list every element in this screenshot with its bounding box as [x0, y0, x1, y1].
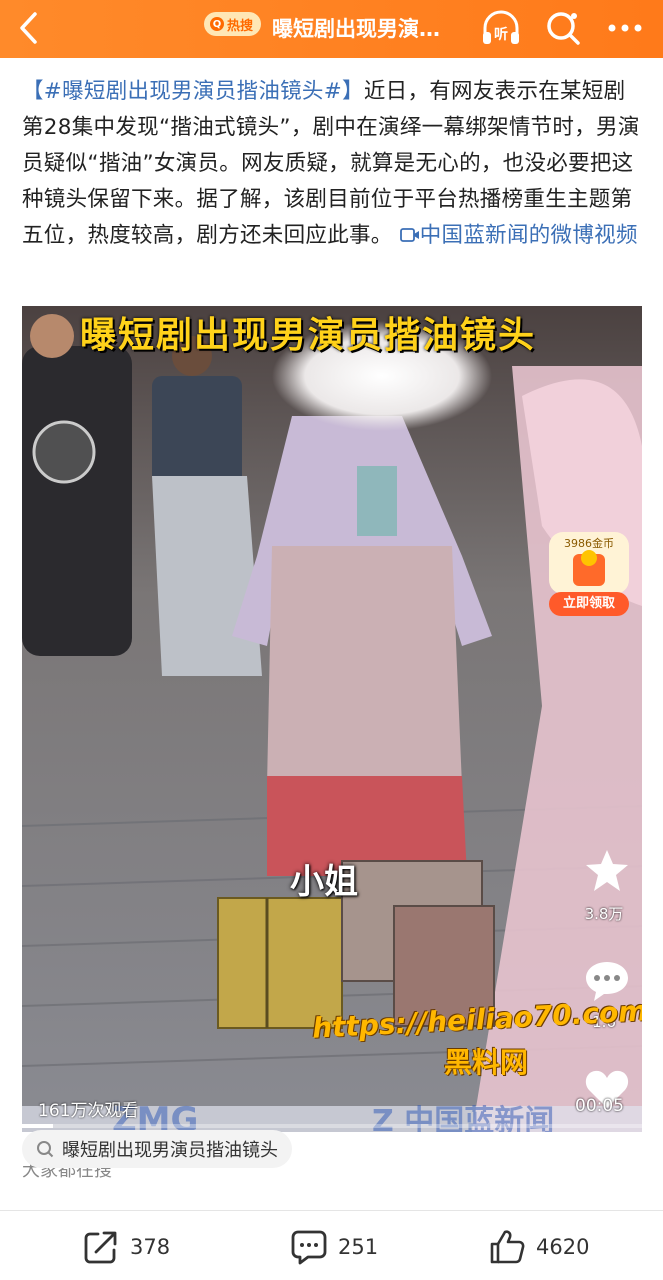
post-hashtag[interactable]: 【#曝短剧出现男演员揩油镜头#】 — [22, 79, 364, 104]
share-button[interactable]: 378 — [82, 1227, 170, 1267]
search-suggestion-text: 曝短剧出现男演员揩油镜头 — [62, 1140, 278, 1161]
header-title[interactable]: 曝短剧出现男演… — [272, 13, 440, 43]
view-count: 161万次观看 — [38, 1101, 139, 1121]
star-icon — [586, 850, 628, 891]
top-header: Q 热搜 曝短剧出现男演… 听 — [0, 0, 663, 58]
bottom-action-bar: 378 251 4620 — [0, 1210, 663, 1280]
share-icon — [84, 1231, 117, 1264]
post-card: 【#曝短剧出现男演员揩油镜头#】近日，有网友表示在某短剧第28集中发现“揩油式镜… — [0, 60, 663, 1220]
video-icon — [399, 228, 419, 242]
more-options-button[interactable] — [600, 6, 650, 50]
comment-icon — [291, 1230, 327, 1265]
video-progress-track[interactable] — [22, 1124, 642, 1128]
coin-reward-widget[interactable]: 3986金币 立即领取 — [549, 532, 629, 618]
source-link-label: 中国蓝新闻的微博视频 — [419, 223, 638, 248]
claim-coins-button[interactable]: 立即领取 — [549, 592, 629, 616]
more-dots-icon — [608, 24, 642, 32]
back-button[interactable] — [10, 8, 50, 48]
coin-amount: 3986金币 — [564, 537, 614, 550]
video-banner-title: 曝短剧出现男演员揩油镜头 — [80, 315, 537, 356]
video-source-link[interactable]: 中国蓝新闻的微博视频 — [399, 223, 638, 248]
video-duration: 00:05 — [575, 1096, 624, 1116]
comment-button[interactable]: 251 — [290, 1227, 378, 1267]
video-player[interactable]: ZMG Z 中国蓝新闻 曝短剧出现男演员揩油镜头 小姐 3986金币 立即领取 … — [22, 306, 642, 1132]
video-progress-fill — [22, 1124, 53, 1128]
back-arrow-icon — [20, 12, 37, 44]
hot-tag-label: 热搜 — [227, 18, 254, 34]
like-count: 4620 — [536, 1235, 590, 1259]
search-icon: Q — [210, 17, 224, 31]
comment-count: 251 — [338, 1235, 379, 1259]
favorite-count: 3.8万 — [584, 905, 624, 923]
thumbs-up-icon — [490, 1230, 525, 1264]
search-suggestion-chip[interactable]: 曝短剧出现男演员揩油镜头 — [22, 1130, 292, 1168]
hot-search-tag[interactable]: Q 热搜 — [204, 12, 262, 36]
search-button[interactable] — [541, 6, 585, 50]
svg-text:听: 听 — [494, 26, 508, 43]
headphones-icon: 听 — [483, 10, 519, 44]
search-icon — [37, 1141, 54, 1158]
video-subtitle: 小姐 — [290, 862, 358, 902]
listen-button[interactable]: 听 — [478, 6, 524, 50]
like-button[interactable]: 4620 — [488, 1227, 589, 1267]
post-text: 【#曝短剧出现男演员揩油镜头#】近日，有网友表示在某短剧第28集中发现“揩油式镜… — [22, 74, 642, 254]
favorite-button[interactable] — [582, 846, 632, 896]
share-count: 378 — [130, 1235, 171, 1259]
search-icon — [547, 12, 580, 45]
watermark-name: 黑料网 — [444, 1046, 529, 1079]
